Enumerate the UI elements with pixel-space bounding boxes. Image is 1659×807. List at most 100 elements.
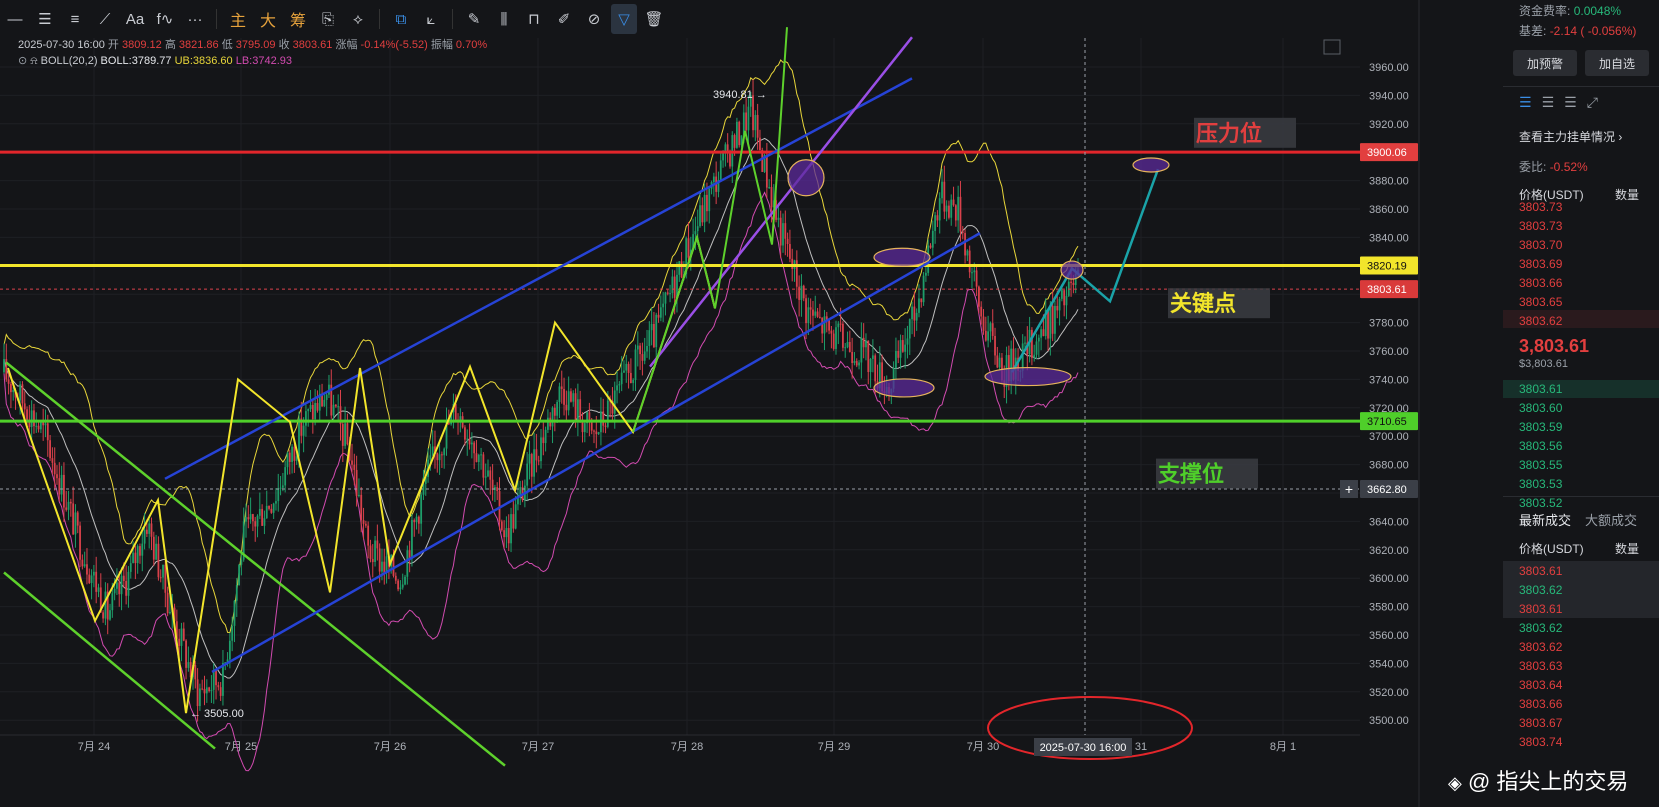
ask-row[interactable]: 3803.70 <box>1519 238 1562 252</box>
trade-row[interactable]: 3803.62 <box>1519 583 1562 597</box>
bid-row[interactable]: 3803.52 <box>1519 496 1562 510</box>
candle-body <box>261 508 264 526</box>
candle-body <box>673 276 676 298</box>
candle-body <box>1033 354 1036 358</box>
candle-body <box>570 391 572 402</box>
parallel-lines-icon[interactable]: ≡ <box>62 4 88 34</box>
bid-row[interactable]: 3803.55 <box>1519 458 1562 472</box>
horizontal-line-icon[interactable]: — <box>2 4 28 34</box>
candle-body <box>477 454 480 463</box>
candle-body <box>768 187 771 189</box>
text-tool-icon[interactable]: Aa <box>122 4 148 34</box>
ask-row[interactable]: 3803.69 <box>1519 257 1562 271</box>
y-tick-label: 3600.00 <box>1369 573 1409 585</box>
trend-line-icon[interactable]: ⟋ <box>92 4 118 34</box>
trade-row[interactable]: 3803.61 <box>1519 564 1562 578</box>
candle-body <box>595 431 598 435</box>
tab-large-trades[interactable]: 大额成交 <box>1585 510 1637 529</box>
chip-button[interactable]: 筹 <box>285 4 311 34</box>
candle-body <box>904 344 907 352</box>
horizontal-ray-icon[interactable]: ☰ <box>32 4 58 34</box>
trade-row[interactable]: 3803.64 <box>1519 678 1562 692</box>
candles-icon[interactable]: ⫼ <box>491 4 517 34</box>
candle-body <box>604 425 607 427</box>
candle-body <box>648 330 651 346</box>
main-indicator-button[interactable]: 主 <box>225 4 251 34</box>
pencil-icon[interactable]: ✎ <box>461 4 487 34</box>
tab-latest-trades[interactable]: 最新成交 <box>1519 510 1571 529</box>
magnet-icon[interactable]: ⊘ <box>581 4 607 34</box>
depth-bids-icon[interactable]: ☰ <box>1542 94 1565 110</box>
measure-icon[interactable]: ⟡ <box>345 4 371 34</box>
candle-body <box>95 571 98 592</box>
candle-body <box>116 582 118 589</box>
candle-body <box>865 340 867 348</box>
candle-body <box>572 393 575 402</box>
zone-label: 压力位 <box>1196 121 1262 146</box>
ask-row[interactable]: 3803.73 <box>1519 200 1562 214</box>
candle-body <box>484 476 487 478</box>
depth-expand-icon[interactable]: ⤢ <box>1587 94 1608 110</box>
trade-row[interactable]: 3803.66 <box>1519 697 1562 711</box>
bid-row[interactable]: 3803.53 <box>1519 477 1562 491</box>
copy-icon[interactable]: ⧉ <box>388 4 414 34</box>
trade-row[interactable]: 3803.62 <box>1519 621 1562 635</box>
y-tick-label: 3620.00 <box>1369 545 1409 557</box>
price-chart[interactable]: 3500.00 3520.00 3540.00 3560.00 3580.00 3600.… <box>0 0 1503 807</box>
depth-asks-icon[interactable]: ☰ <box>1564 94 1587 110</box>
more-tools-icon[interactable]: ··· <box>182 4 208 34</box>
bid-row[interactable]: 3803.61 <box>1519 382 1562 396</box>
candle-body <box>480 454 482 456</box>
trade-row[interactable]: 3803.67 <box>1519 716 1562 730</box>
candle-body <box>583 423 586 433</box>
trash-icon[interactable]: 🗑 <box>641 4 667 34</box>
trade-row[interactable]: 3803.62 <box>1519 640 1562 654</box>
ask-row[interactable]: 3803.66 <box>1519 276 1562 290</box>
add-watchlist-button[interactable]: 加自选 <box>1585 50 1649 76</box>
candle-body <box>429 455 432 460</box>
candle-body <box>413 520 416 523</box>
candle-body <box>194 664 197 680</box>
candle-body <box>90 575 93 584</box>
candle-body <box>136 546 139 564</box>
candle-body <box>1058 298 1061 311</box>
candle-body <box>920 298 923 303</box>
candle-body <box>535 449 538 461</box>
candle-body <box>653 323 655 348</box>
watermark: ◈ @ 指尖上的交易 <box>1448 769 1629 794</box>
depth-link[interactable]: 查看主力挂单情况 › <box>1519 128 1622 145</box>
size-button[interactable]: 大 <box>255 4 281 34</box>
candle-body <box>832 333 835 349</box>
candle-body <box>941 181 943 199</box>
depth-both-icon[interactable]: ☰ <box>1519 94 1542 110</box>
candle-body <box>1070 281 1072 283</box>
trade-row[interactable]: 3803.74 <box>1519 735 1562 749</box>
note-icon[interactable]: ✐ <box>551 4 577 34</box>
candle-body <box>58 478 61 495</box>
ask-row[interactable]: 3803.65 <box>1519 295 1562 309</box>
candle-body <box>853 360 856 364</box>
candle-body <box>929 245 932 248</box>
depth-view-toggles[interactable]: ☰☰☰⤢ <box>1519 94 1608 111</box>
fib-tool-icon[interactable]: f∿ <box>152 4 178 34</box>
ask-row[interactable]: 3803.62 <box>1519 314 1562 328</box>
bid-row[interactable]: 3803.56 <box>1519 439 1562 453</box>
bid-row[interactable]: 3803.59 <box>1519 420 1562 434</box>
filter-icon[interactable]: ▽ <box>611 4 637 34</box>
candle-body <box>162 564 164 578</box>
lock-icon[interactable]: ⊓ <box>521 4 547 34</box>
y-tick-label: 3960.00 <box>1369 62 1409 74</box>
ruler-icon[interactable]: ⟀ <box>418 4 444 34</box>
candle-body <box>470 442 473 445</box>
trade-row[interactable]: 3803.63 <box>1519 659 1562 673</box>
candle-body <box>747 106 750 131</box>
candle-body <box>12 390 15 393</box>
add-alert-button[interactable]: 加预警 <box>1513 50 1577 76</box>
candle-body <box>104 591 107 619</box>
screenshot-icon[interactable]: ⎘ <box>315 4 341 34</box>
bid-row[interactable]: 3803.60 <box>1519 401 1562 415</box>
candle-body <box>745 112 748 131</box>
ask-row[interactable]: 3803.73 <box>1519 219 1562 233</box>
candle-body <box>440 454 443 456</box>
trade-row[interactable]: 3803.61 <box>1519 602 1562 616</box>
